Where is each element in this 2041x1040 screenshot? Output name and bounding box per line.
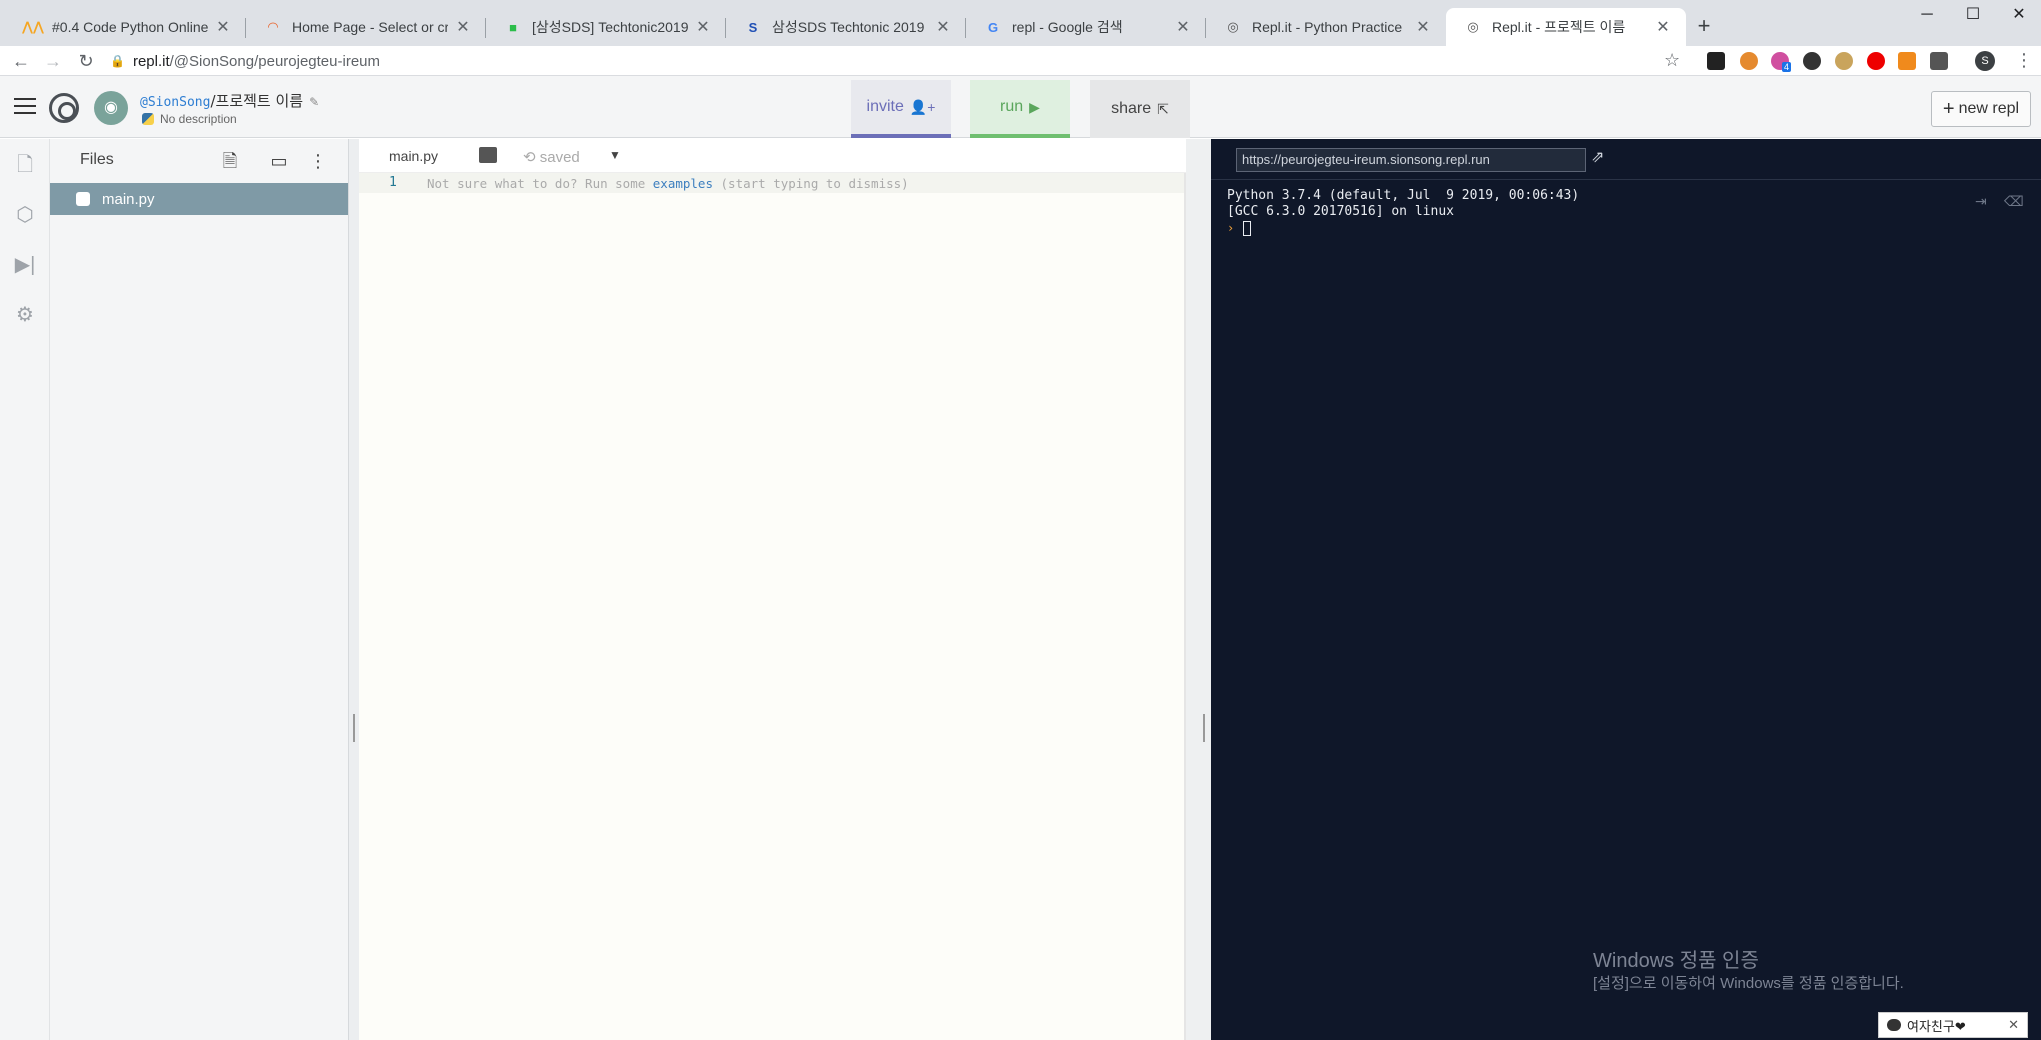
files-icon[interactable]: 🗋 xyxy=(13,153,37,177)
close-tab-icon[interactable]: ✕ xyxy=(454,17,472,37)
editor-tab-main-py[interactable]: main.py xyxy=(389,148,438,164)
files-title: Files xyxy=(80,151,114,168)
close-window-icon[interactable]: ✕ xyxy=(1996,0,2041,30)
activation-watermark-subtitle: [설정]으로 이동하여 Windows를 정품 인증합니다. xyxy=(1593,975,1904,992)
close-tab-icon[interactable]: ✕ xyxy=(214,17,232,37)
download-extension-icon[interactable] xyxy=(1803,52,1821,70)
hamburger-menu-icon[interactable] xyxy=(14,98,36,116)
code-editor[interactable]: main.py ⟲ saved ▼ 1 Not sure what to do?… xyxy=(359,139,1186,1040)
new-repl-button[interactable]: + new repl xyxy=(1931,91,2031,127)
invite-button[interactable]: invite 👤+ xyxy=(851,80,951,138)
reload-icon[interactable]: ↻ xyxy=(73,48,99,74)
sidebar-rail: 🗋 ⬡ ▶| ⚙ xyxy=(0,139,50,1040)
share-icon: ⇱ xyxy=(1157,100,1169,117)
nomad-favicon-icon: ⋀⋀ xyxy=(22,19,44,34)
console-output: Python 3.7.4 (default, Jul 9 2019, 00:06… xyxy=(1227,188,1580,219)
taskbar-popup[interactable]: 여자친구❤ ✕ xyxy=(1878,1012,2028,1038)
user-avatar[interactable]: ◉ xyxy=(94,91,128,125)
close-tab-icon[interactable]: ✕ xyxy=(1174,17,1192,37)
address-bar: ← → ↻ 🔒 repl.it /@SionSong/peurojegteu-i… xyxy=(0,46,2041,76)
file-item-main-py[interactable]: main.py xyxy=(50,183,348,215)
browser-menu-icon[interactable]: ⋮ xyxy=(2015,50,2033,71)
extension-icon[interactable] xyxy=(1707,52,1725,70)
adblock-extension-icon[interactable] xyxy=(1867,52,1885,70)
share-button[interactable]: share ⇱ xyxy=(1090,80,1190,138)
browser-tab[interactable]: ■ [삼성SDS] Techtonic2019 참가자 ✕ xyxy=(486,8,726,46)
profile-avatar[interactable]: S xyxy=(1975,51,1995,71)
repl-header: ◉ @SionSong/프로젝트 이름 ✎ No description invi… xyxy=(0,76,2041,138)
close-tab-icon[interactable]: ✕ xyxy=(694,17,712,37)
pane-resize-handle[interactable] xyxy=(349,139,359,1040)
browser-tab[interactable]: S 삼성SDS Techtonic 2019 ✕ xyxy=(726,8,966,46)
packages-icon[interactable]: ⬡ xyxy=(13,203,37,227)
extension-icon[interactable] xyxy=(1898,52,1916,70)
bookmark-star-icon[interactable]: ☆ xyxy=(1664,50,1680,71)
format-icon[interactable] xyxy=(479,147,497,163)
python-icon xyxy=(142,113,154,125)
maximize-window-icon[interactable]: ☐ xyxy=(1950,0,1996,30)
browser-tab[interactable]: ⋀⋀ #0.4 Code Python Online | Nom ✕ xyxy=(6,8,246,46)
line-number: 1 xyxy=(389,175,397,190)
plus-icon: + xyxy=(1942,97,1955,120)
prompt-icon: › xyxy=(1227,221,1235,235)
files-menu-icon[interactable]: ⋮ xyxy=(306,149,330,173)
ring-favicon-icon: ◠ xyxy=(268,19,278,34)
new-tab-icon[interactable]: + xyxy=(1690,12,1718,40)
activation-watermark-title: Windows 정품 인증 xyxy=(1593,950,1759,972)
add-file-icon[interactable]: 🗎 xyxy=(218,149,242,173)
browser-tab-strip: ⋀⋀ #0.4 Code Python Online | Nom ✕ ◠ Hom… xyxy=(0,0,2041,46)
editor-hint: Not sure what to do? Run some examples (… xyxy=(427,176,909,191)
back-icon[interactable]: ← xyxy=(8,48,34,74)
replit-logo-icon[interactable] xyxy=(49,93,79,123)
chevron-down-icon[interactable]: ▼ xyxy=(609,148,621,162)
close-tab-icon[interactable]: ✕ xyxy=(934,17,952,37)
close-tab-icon[interactable]: ✕ xyxy=(1654,17,1672,37)
clear-console-icon[interactable]: ⌫ xyxy=(2004,193,2024,210)
add-user-icon: 👤+ xyxy=(909,98,936,115)
extension-icon[interactable] xyxy=(1740,52,1758,70)
s-favicon-icon: S xyxy=(748,19,758,35)
settings-gear-icon[interactable]: ⚙ xyxy=(13,303,37,327)
editor-tab-bar: main.py ⟲ saved ▼ xyxy=(359,139,1186,173)
google-favicon-icon: G xyxy=(987,19,999,35)
console-cursor xyxy=(1243,221,1251,236)
close-tab-icon[interactable]: ✕ xyxy=(1414,17,1432,37)
browser-tab-active[interactable]: ◎ Repl.it - 프로젝트 이름 ✕ xyxy=(1446,8,1686,46)
play-icon: ▶ xyxy=(1029,98,1040,115)
console-input-icon[interactable]: ⇥ xyxy=(1975,193,1987,210)
extension-icon[interactable] xyxy=(1835,52,1853,70)
chat-bubble-icon xyxy=(1887,1019,1901,1031)
green-favicon-icon: ■ xyxy=(509,19,517,35)
repl-title[interactable]: @SionSong/프로젝트 이름 ✎ xyxy=(140,90,319,111)
run-button[interactable]: run ▶ xyxy=(970,80,1070,138)
open-external-icon[interactable]: ⇗ xyxy=(1591,147,1604,167)
replit-favicon-icon: ◎ xyxy=(1227,19,1239,34)
edit-pencil-icon[interactable]: ✎ xyxy=(309,95,319,109)
history-icon: ⟲ xyxy=(523,149,540,166)
lock-icon: 🔒 xyxy=(110,54,125,68)
url-input[interactable]: 🔒 repl.it /@SionSong/peurojegteu-ireum xyxy=(110,48,1690,74)
debugger-icon[interactable]: ▶| xyxy=(13,253,37,277)
forward-icon[interactable]: → xyxy=(40,48,66,74)
browser-tab[interactable]: G repl - Google 검색 ✕ xyxy=(966,8,1206,46)
python-file-icon xyxy=(76,192,90,206)
close-popup-icon[interactable]: ✕ xyxy=(2008,1017,2019,1033)
web-url-field[interactable]: https://peurojegteu-ireum.sionsong.repl.… xyxy=(1236,148,1586,172)
browser-tab[interactable]: ◠ Home Page - Select or create a ✕ xyxy=(246,8,486,46)
console-panel[interactable]: https://peurojegteu-ireum.sionsong.repl.… xyxy=(1211,139,2041,1040)
examples-link[interactable]: examples xyxy=(653,176,713,191)
screen: ⋀⋀ #0.4 Code Python Online | Nom ✕ ◠ Hom… xyxy=(0,0,2041,1040)
extension-badge: 4 xyxy=(1782,62,1792,72)
replit-favicon-icon: ◎ xyxy=(1467,19,1479,34)
extension-icon[interactable] xyxy=(1930,52,1948,70)
browser-tab[interactable]: ◎ Repl.it - Python Practice ✕ xyxy=(1206,8,1446,46)
pane-resize-handle[interactable] xyxy=(1186,139,1211,1040)
add-folder-icon[interactable]: ▭ xyxy=(267,149,291,173)
saved-status: ⟲ saved xyxy=(523,149,580,166)
minimize-window-icon[interactable]: ─ xyxy=(1904,0,1950,30)
repl-description: No description xyxy=(142,112,237,126)
files-panel: Files 🗎 ▭ ⋮ main.py xyxy=(50,139,349,1040)
